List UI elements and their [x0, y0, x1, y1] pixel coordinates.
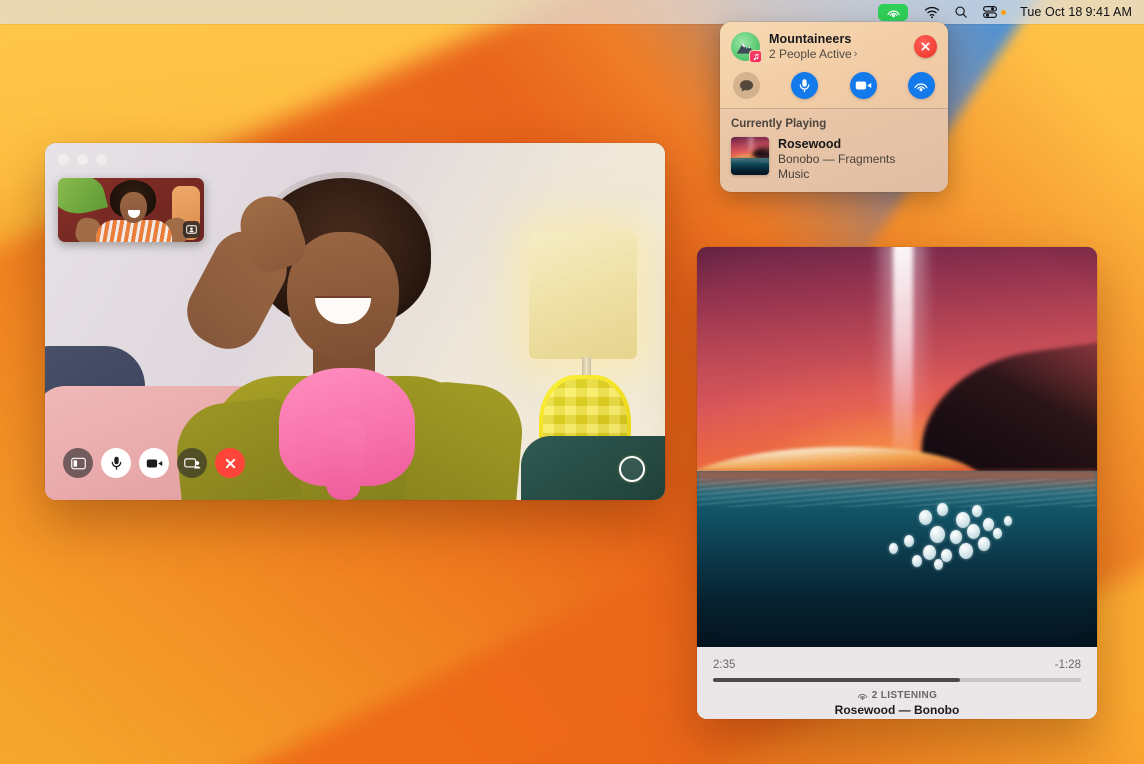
group-name: Mountaineers [769, 32, 905, 46]
artist-album: Bonobo — Fragments [778, 152, 895, 166]
desktop: Tue Oct 18 9:41 AM [0, 0, 1144, 764]
window-traffic-lights [58, 154, 107, 165]
microphone-button[interactable] [101, 448, 131, 478]
participants-row[interactable]: 2 People Active › [769, 47, 905, 61]
facetime-control-bar [63, 448, 245, 478]
shareplay-popup-header: Mountaineers 2 People Active › [731, 32, 937, 61]
now-playing-row[interactable]: Rosewood Bonobo — Fragments Music [731, 137, 937, 181]
now-playing-label: Rosewood — Bonobo [713, 703, 1081, 717]
now-playing-info: Rosewood Bonobo — Fragments Music [778, 137, 895, 181]
video-button[interactable] [850, 72, 877, 99]
time-row: 2:35 -1:28 [713, 659, 1081, 671]
close-icon [920, 41, 931, 52]
video-camera-icon [146, 457, 163, 470]
microphone-icon [109, 455, 124, 471]
menubar-wifi[interactable] [917, 0, 947, 24]
wifi-icon [924, 6, 940, 19]
listening-label: 2 LISTENING [872, 690, 938, 701]
listening-row: 2 LISTENING [713, 690, 1081, 701]
shareplay-button[interactable] [908, 72, 935, 99]
end-call-button[interactable] [914, 35, 937, 58]
shareplay-icon [913, 78, 929, 93]
record-indicator[interactable] [619, 456, 645, 482]
music-note-icon [752, 53, 760, 61]
minimize-window-button[interactable] [77, 154, 88, 165]
section-title: Currently Playing [731, 118, 937, 130]
screen-share-icon [184, 457, 201, 470]
menubar-control-center[interactable] [975, 0, 1013, 24]
shareplay-icon [886, 5, 901, 19]
group-avatar [731, 32, 760, 61]
chevron-right-icon: › [854, 48, 858, 60]
microphone-icon [797, 78, 812, 93]
source-app: Music [778, 167, 895, 181]
control-center-activity-dot [1001, 10, 1006, 15]
sidebar-button[interactable] [63, 448, 93, 478]
microphone-button[interactable] [791, 72, 818, 99]
menubar-shareplay-indicator[interactable] [878, 4, 908, 21]
message-button[interactable] [733, 72, 760, 99]
shareplay-popup: Mountaineers 2 People Active › [720, 22, 948, 192]
participants-label: 2 People Active [769, 47, 852, 61]
close-window-button[interactable] [58, 154, 69, 165]
sidebar-icon [71, 457, 86, 470]
shareplay-icon [857, 691, 868, 701]
shareplay-footer: 2 LISTENING Rosewood — Bonobo [713, 690, 1081, 717]
menubar-spotlight[interactable] [947, 0, 975, 24]
self-view-tile[interactable] [58, 178, 204, 242]
shareplay-button[interactable] [177, 448, 207, 478]
message-bubble-icon [739, 79, 754, 93]
remaining-time: -1:28 [1055, 659, 1081, 671]
track-title: Rosewood [778, 137, 895, 151]
currently-playing-section: Currently Playing Rosewood Bonobo — Frag… [720, 108, 948, 192]
end-call-button[interactable] [215, 448, 245, 478]
facetime-window[interactable] [45, 143, 665, 500]
search-icon [954, 5, 968, 19]
control-center-icon [982, 5, 998, 19]
video-button[interactable] [139, 448, 169, 478]
self-view-badge[interactable] [183, 221, 200, 238]
music-window[interactable]: 2:35 -1:28 2 LISTENING Rosewood — Bonobo [697, 247, 1097, 719]
lamp-shade [529, 231, 637, 359]
video-camera-icon [855, 79, 872, 92]
shareplay-action-row [731, 72, 937, 99]
person-card-icon [186, 225, 197, 234]
menubar-time[interactable]: 9:41 AM [1082, 0, 1134, 24]
group-info: Mountaineers 2 People Active › [769, 32, 905, 61]
album-artwork-thumb [731, 137, 769, 175]
music-badge [749, 50, 762, 63]
album-artwork [697, 247, 1097, 647]
menubar-date[interactable]: Tue Oct 18 [1013, 0, 1082, 24]
close-icon [224, 457, 237, 470]
elapsed-time: 2:35 [713, 659, 735, 671]
zoom-window-button[interactable] [96, 154, 107, 165]
progress-slider[interactable] [713, 678, 1081, 682]
menu-bar: Tue Oct 18 9:41 AM [0, 0, 1144, 24]
progress-fill [713, 678, 960, 682]
playback-bar: 2:35 -1:28 2 LISTENING Rosewood — Bonobo [697, 647, 1097, 719]
shareplay-popup-top: Mountaineers 2 People Active › [720, 22, 948, 108]
